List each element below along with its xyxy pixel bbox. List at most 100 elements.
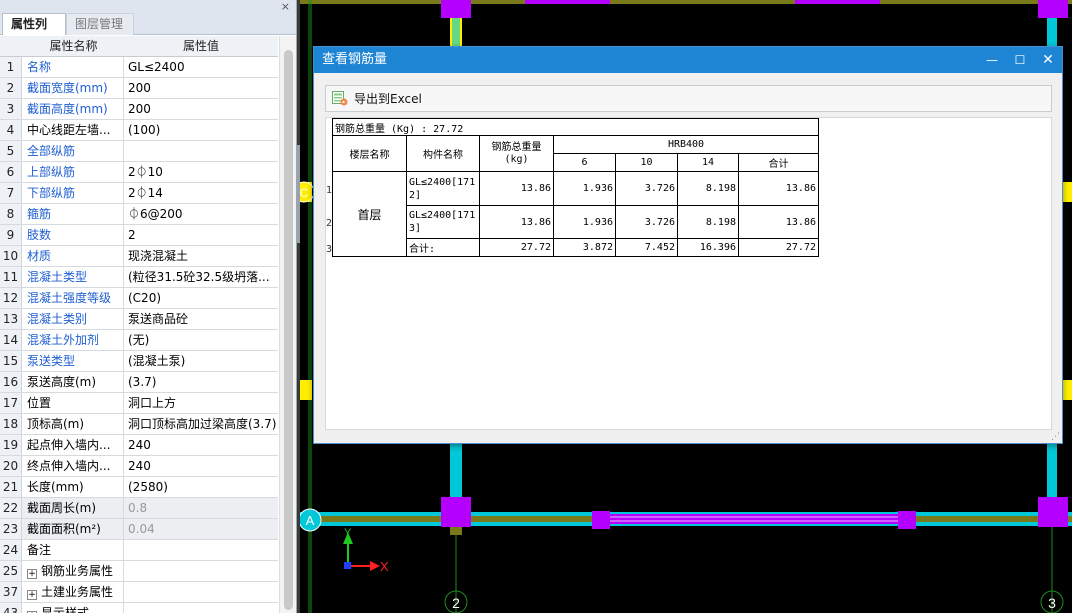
total-cell: 27.72 <box>479 238 554 257</box>
ucs-y-label: Y <box>344 527 352 539</box>
property-value[interactable]: (2580) <box>124 477 278 497</box>
property-value[interactable]: 洞口上方 <box>124 393 278 413</box>
property-row[interactable]: 24 备注 <box>0 540 278 561</box>
property-value[interactable] <box>124 603 278 613</box>
property-value[interactable]: 240 <box>124 456 278 476</box>
scrollbar-thumb[interactable] <box>284 50 293 610</box>
d6-cell: 1.936 <box>553 171 616 206</box>
property-row[interactable]: 3 截面高度(mm) 200 <box>0 99 278 120</box>
marker-left-2 <box>300 380 312 400</box>
property-value[interactable]: (C20) <box>124 288 278 308</box>
property-row[interactable]: 23 截面面积(m²) 0.04 <box>0 519 278 540</box>
property-value[interactable]: 2 <box>124 225 278 245</box>
property-name: 顶标高(m) <box>23 414 124 434</box>
property-row[interactable]: 4 中心线距左墙... (100) <box>0 120 278 141</box>
expand-icon[interactable]: + <box>27 590 37 600</box>
property-value[interactable]: 现浇混凝土 <box>124 246 278 266</box>
ucs-x-label: X <box>380 559 389 574</box>
property-value[interactable]: (100) <box>124 120 278 140</box>
property-row[interactable]: 15 泵送类型 (混凝土泵) <box>0 351 278 372</box>
property-value[interactable]: 200 <box>124 78 278 98</box>
panel-close-icon[interactable]: × <box>281 0 290 14</box>
property-value[interactable]: 2⏀14 <box>124 183 278 203</box>
dialog-title-bar[interactable]: 查看钢筋量 — ☐ ✕ <box>314 47 1062 73</box>
maximize-button[interactable]: ☐ <box>1006 47 1034 73</box>
tab-layer-management[interactable]: 图层管理 <box>66 13 134 35</box>
property-value[interactable]: 洞口顶标高加过梁高度(3.7) <box>124 414 278 434</box>
diameter-6-header: 6 <box>553 153 616 172</box>
rebar-spreadsheet[interactable]: 1 2 3 钢筋总重量 (Kg) : 27.72 楼层名称 构件名称 钢筋总重量… <box>325 117 1052 430</box>
property-row[interactable]: 9 肢数 2 <box>0 225 278 246</box>
property-value[interactable]: 200 <box>124 99 278 119</box>
property-value[interactable]: 2⏀10 <box>124 162 278 182</box>
property-name: 上部纵筋 <box>23 162 124 182</box>
resize-grip-icon[interactable]: ⋰ <box>1051 433 1060 442</box>
property-row-number: 21 <box>0 477 22 497</box>
property-row[interactable]: 1 名称 GL≤2400 <box>0 57 278 78</box>
property-row[interactable]: 19 起点伸入墙内... 240 <box>0 435 278 456</box>
property-row-number: 17 <box>0 393 22 413</box>
property-row[interactable]: 10 材质 现浇混凝土 <box>0 246 278 267</box>
property-row[interactable]: 21 长度(mm) (2580) <box>0 477 278 498</box>
property-value[interactable]: (混凝土泵) <box>124 351 278 371</box>
property-row-number: 9 <box>0 225 22 245</box>
export-excel-button[interactable]: 导出到Excel <box>332 89 422 109</box>
sum-cell: 27.72 <box>738 238 819 257</box>
property-row[interactable]: 43+显示样式 <box>0 603 278 613</box>
property-row[interactable]: 37 + 土建业务属性 <box>0 582 278 603</box>
property-row[interactable]: 25 + 钢筋业务属性 <box>0 561 278 582</box>
property-scrollbar[interactable] <box>279 36 296 613</box>
component-name-header: 构件名称 <box>406 135 480 172</box>
property-row[interactable]: 22 截面周长(m) 0.8 <box>0 498 278 519</box>
property-value[interactable]: (粒径31.5砼32.5级坍落... <box>124 267 278 287</box>
property-value[interactable] <box>124 540 278 560</box>
property-row-number: 20 <box>0 456 22 476</box>
property-value[interactable]: GL≤2400 <box>124 57 278 77</box>
property-row-number: 8 <box>0 204 22 224</box>
property-row-number: 4 <box>0 120 22 140</box>
property-row[interactable]: 2 截面宽度(mm) 200 <box>0 78 278 99</box>
property-value[interactable]: (3.7) <box>124 372 278 392</box>
property-value[interactable] <box>124 582 278 602</box>
d14-cell: 16.396 <box>677 238 739 257</box>
lintel-beam <box>608 514 908 524</box>
property-row[interactable]: 12 混凝土强度等级 (C20) <box>0 288 278 309</box>
close-button[interactable]: ✕ <box>1034 47 1062 73</box>
property-value[interactable]: 泵送商品砼 <box>124 309 278 329</box>
property-row[interactable]: 8 箍筋 ⏀6@200 <box>0 204 278 225</box>
property-row[interactable]: 11 混凝土类型 (粒径31.5砼32.5级坍落... <box>0 267 278 288</box>
property-name: 终点伸入墙内... <box>23 456 124 476</box>
floor-name-cell: 首层 <box>332 171 407 257</box>
property-row[interactable]: 13 混凝土类别 泵送商品砼 <box>0 309 278 330</box>
property-row[interactable]: 18 顶标高(m) 洞口顶标高加过梁高度(3.7) <box>0 414 278 435</box>
property-name: 位置 <box>23 393 124 413</box>
property-row[interactable]: 5 全部纵筋 <box>0 141 278 162</box>
property-value[interactable] <box>124 561 278 581</box>
property-value[interactable]: 240 <box>124 435 278 455</box>
property-row-number: 3 <box>0 99 22 119</box>
property-value[interactable]: 0.04 <box>124 519 278 539</box>
property-value[interactable]: ⏀6@200 <box>124 204 278 224</box>
property-row[interactable]: 16 泵送高度(m) (3.7) <box>0 372 278 393</box>
property-row[interactable]: 6 上部纵筋 2⏀10 <box>0 162 278 183</box>
property-value[interactable]: (无) <box>124 330 278 350</box>
total-weight-cell: 钢筋总重量 (Kg) : 27.72 <box>332 118 819 136</box>
tab-property-list[interactable]: 属性列表 <box>2 13 66 52</box>
property-value[interactable] <box>124 141 278 161</box>
property-row-number: 22 <box>0 498 22 518</box>
property-row[interactable]: 20 终点伸入墙内... 240 <box>0 456 278 477</box>
property-name: 截面周长(m) <box>23 498 124 518</box>
property-value[interactable]: 0.8 <box>124 498 278 518</box>
property-row-number: 10 <box>0 246 22 266</box>
property-row-number: 11 <box>0 267 22 287</box>
property-row-number: 25 <box>0 561 22 581</box>
column-3-top <box>1038 0 1068 18</box>
d6-cell: 3.872 <box>553 238 616 257</box>
property-row[interactable]: 7 下部纵筋 2⏀14 <box>0 183 278 204</box>
property-row[interactable]: 17 位置 洞口上方 <box>0 393 278 414</box>
property-name: + 钢筋业务属性 <box>23 561 124 581</box>
property-row-number: 12 <box>0 288 22 308</box>
property-row[interactable]: 14 混凝土外加剂 (无) <box>0 330 278 351</box>
minimize-button[interactable]: — <box>978 47 1006 73</box>
expand-icon[interactable]: + <box>27 569 37 579</box>
